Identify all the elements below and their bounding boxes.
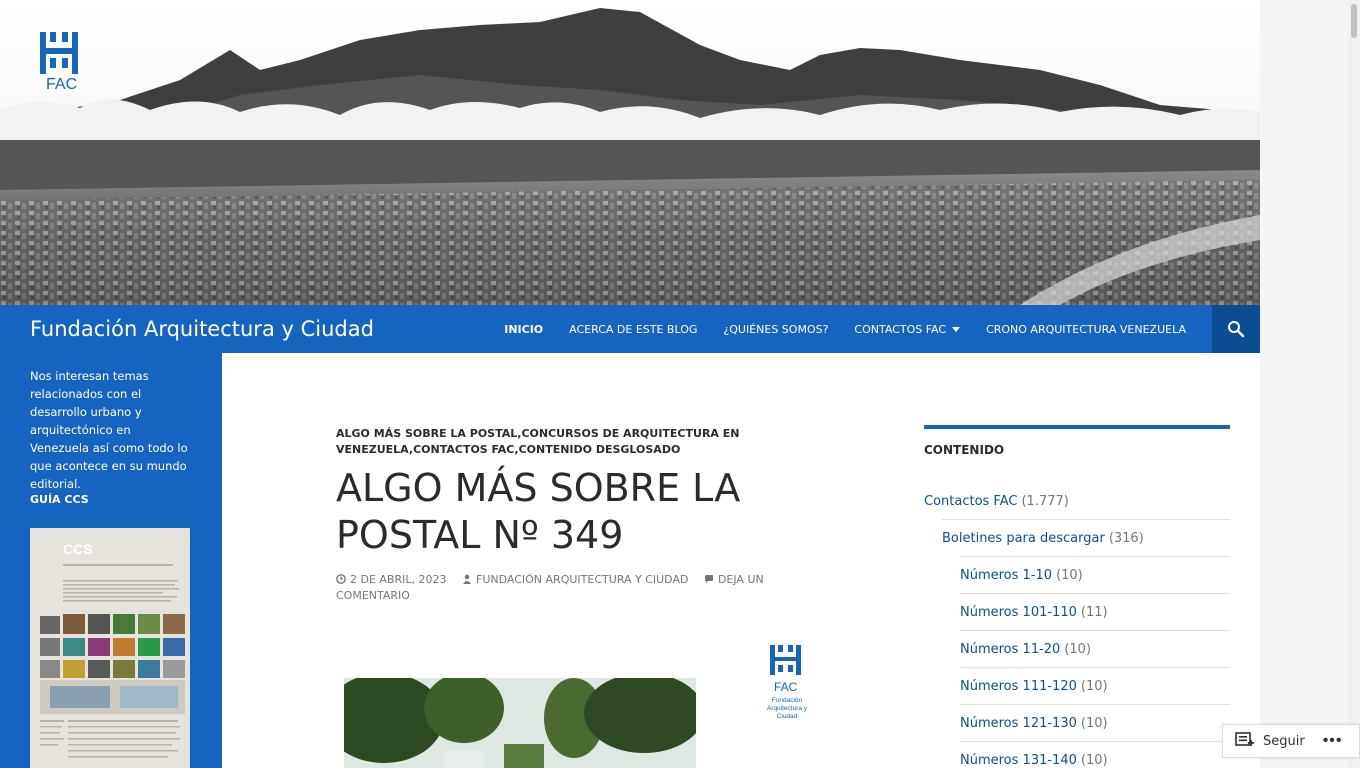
nav-item-acerca[interactable]: ACERCA DE ESTE BLOG	[556, 323, 710, 336]
post-logo-text: FAC	[774, 680, 798, 694]
nav-item-quienes-somos[interactable]: ¿QUIÉNES SOMOS?	[710, 323, 841, 336]
post-featured-image[interactable]	[344, 678, 696, 768]
category-item[interactable]: Números 11-20 (10)	[924, 631, 1230, 667]
category-item[interactable]: Números 121-130 (10)	[924, 705, 1230, 741]
search-button[interactable]	[1212, 305, 1260, 353]
guide-thumb-heading: CCS	[63, 541, 93, 557]
nav-item-contactos-fac[interactable]: CONTACTOS FAC	[841, 323, 973, 336]
category-item[interactable]: Números 1-10 (10)	[924, 557, 1230, 593]
follow-button[interactable]: Seguir	[1223, 732, 1305, 750]
nav-item-inicio[interactable]: INICIO	[491, 323, 556, 336]
primary-menu: INICIO ACERCA DE ESTE BLOG ¿QUIÉNES SOMO…	[491, 305, 1199, 353]
right-sidebar: CONTENIDO Contactos FAC (1.777) Boletines…	[924, 425, 1230, 768]
nav-item-crono[interactable]: CRONO ARQUITECTURA VENEZUELA	[973, 323, 1199, 336]
user-icon	[463, 574, 471, 584]
category-item[interactable]: Contactos FAC (1.777)	[924, 483, 1230, 519]
category-link[interactable]: Números 131-140	[960, 753, 1077, 768]
post-logo-subtitle: Fundación Arquitectura y Ciudad	[766, 697, 808, 720]
comment-icon	[704, 575, 713, 583]
post-date[interactable]: 2 DE ABRIL, 2023	[336, 573, 447, 586]
category-link[interactable]: Contactos FAC	[924, 494, 1017, 509]
category-count: (10)	[1064, 641, 1092, 657]
post-author-text: FUNDACIÓN ARQUITECTURA Y CIUDAD	[476, 573, 689, 586]
scrollbar-thumb[interactable]	[1351, 4, 1357, 38]
header-image[interactable]: FAC	[0, 0, 1260, 305]
left-sidebar: Nos interesan temas relacionados con el …	[0, 353, 222, 768]
category-link[interactable]: Boletines para descargar	[942, 531, 1105, 546]
reader-follow-icon	[1235, 732, 1254, 746]
follow-label: Seguir	[1263, 733, 1305, 749]
category-item[interactable]: Boletines para descargar (316)	[924, 520, 1230, 556]
category-count: (10)	[1080, 715, 1108, 731]
nav-item-contactos-label: CONTACTOS FAC	[854, 322, 947, 336]
category-count: (10)	[1056, 567, 1083, 583]
category-link[interactable]: Números 1-10	[960, 568, 1052, 583]
category-item[interactable]: Números 131-140 (10)	[924, 742, 1230, 768]
category-link[interactable]: Números 111-120	[960, 679, 1077, 694]
more-options-button[interactable]: •••	[1323, 732, 1343, 750]
category-count: (10)	[1080, 678, 1108, 694]
category-link[interactable]: Números 121-130	[960, 716, 1077, 731]
category-list: Contactos FAC (1.777) Boletines para desc…	[924, 483, 1230, 768]
site-title[interactable]: Fundación Arquitectura y Ciudad	[30, 317, 374, 341]
category-count: (11)	[1080, 604, 1108, 620]
vertical-scrollbar[interactable]	[1348, 0, 1360, 768]
category-count: (10)	[1080, 752, 1108, 768]
guide-ccs-thumbnail[interactable]: CCS	[30, 528, 190, 768]
category-count: (316)	[1108, 530, 1144, 546]
post-date-text: 2 DE ABRIL, 2023	[350, 573, 447, 586]
follow-bar: Seguir •••	[1222, 724, 1360, 758]
page-background	[1260, 0, 1360, 768]
clock-icon	[336, 574, 346, 584]
category-item[interactable]: Números 101-110 (11)	[924, 594, 1230, 630]
widget-accent-bar	[924, 425, 1230, 429]
category-count: (1.777)	[1021, 493, 1069, 509]
page: FAC Fundación Arquitectura y Ciudad INIC…	[0, 0, 1260, 768]
site-description: Nos interesan temas relacionados con el …	[30, 369, 188, 491]
post-fac-logo: FAC Fundación Arquitectura y Ciudad	[766, 645, 808, 725]
search-icon	[1228, 321, 1245, 338]
logo-text: FAC	[46, 76, 78, 93]
widget-title: CONTENIDO	[924, 443, 1005, 457]
post-meta: 2 DE ABRIL, 2023 FUNDACIÓN ARQUITECTURA …	[336, 572, 806, 604]
category-link[interactable]: Números 101-110	[960, 605, 1077, 620]
category-item[interactable]: Números 111-120 (10)	[924, 668, 1230, 704]
category-link[interactable]: Números 11-20	[960, 642, 1060, 657]
post-categories[interactable]: ALGO MÁS SOBRE LA POSTAL,CONCURSOS DE AR…	[336, 426, 806, 458]
post-author[interactable]: FUNDACIÓN ARQUITECTURA Y CIUDAD	[462, 573, 688, 586]
chevron-down-icon	[952, 327, 961, 332]
mountain-city-photo	[0, 0, 1260, 305]
primary-navbar: Fundación Arquitectura y Ciudad INICIO A…	[0, 305, 1260, 353]
post-title[interactable]: ALGO MÁS SOBRE LA POSTAL Nº 349	[336, 465, 806, 559]
guide-title: GUÍA CCS	[30, 493, 89, 506]
